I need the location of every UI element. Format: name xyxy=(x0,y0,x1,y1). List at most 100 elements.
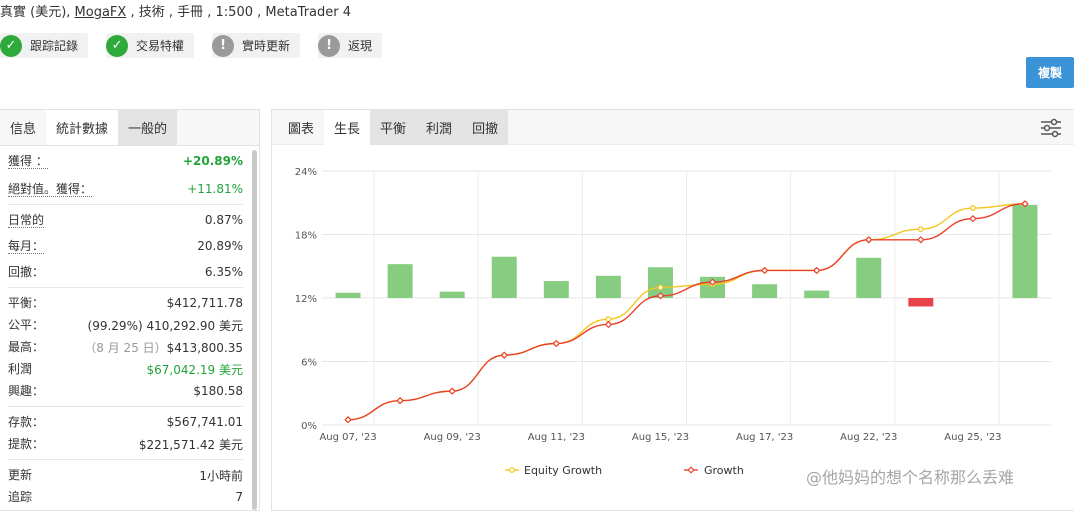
stat-label[interactable]: 絕對值。獲得： xyxy=(8,182,93,197)
bar xyxy=(804,290,830,298)
stat-value: $67,042.19 美元 xyxy=(146,362,243,377)
stats-panel: 信息 統計數據 一般的 獲得 ： +20.89% 絕對值。獲得： +11.81%… xyxy=(0,109,260,511)
tab-profit[interactable]: 利潤 xyxy=(416,110,463,145)
stat-label[interactable]: 日常的 xyxy=(8,213,45,228)
stat-balance: 平衡： $412,711.78 xyxy=(8,292,243,314)
account-details: , 技術 , 手冊 , 1:500 , MetaTrader 4 xyxy=(126,5,351,20)
stat-monthly: 每月： 20.89% xyxy=(8,235,243,257)
account-summary-line: 真實 (美元), MogaFX , 技術 , 手冊 , 1:500 , Meta… xyxy=(0,1,351,20)
stat-label[interactable]: 每月： xyxy=(8,239,45,254)
bar xyxy=(387,264,413,298)
x-tick-label: Aug 17, '23 xyxy=(736,432,793,443)
stat-daily: 日常的 0.87% xyxy=(8,209,243,231)
stat-withdrawals: 提款： $221,571.42 美元 xyxy=(8,433,243,455)
stat-date: （8 月 25 日） xyxy=(84,340,167,355)
bar xyxy=(439,291,465,298)
stat-label: 追踪 xyxy=(8,490,33,504)
bar xyxy=(543,281,569,298)
stat-label: 公平： xyxy=(8,318,45,332)
x-tick-label: Aug 09, '23 xyxy=(424,432,481,443)
growth-point xyxy=(969,214,977,223)
growth-point xyxy=(917,236,925,244)
stat-drawdown: 回撤： 6.35% xyxy=(8,261,243,283)
tab-general[interactable]: 一般的 xyxy=(118,110,178,145)
growth-point xyxy=(604,320,613,329)
badge-track-record: ✓ 跟踪記錄 xyxy=(0,33,89,58)
check-icon: ✓ xyxy=(106,34,129,57)
stats-tabs: 信息 統計數據 一般的 xyxy=(0,110,259,146)
stat-value: +20.89% xyxy=(182,154,243,168)
bar xyxy=(856,257,882,298)
bar xyxy=(1012,204,1038,298)
stat-value: 20.89% xyxy=(197,239,243,253)
exclamation-icon: ! xyxy=(212,34,235,57)
exclamation-icon: ! xyxy=(318,34,341,57)
y-tick-label: 18% xyxy=(295,231,317,242)
stat-value: 7 xyxy=(235,490,243,504)
tab-statistics[interactable]: 統計數據 xyxy=(46,110,119,145)
stat-value: $221,571.42 美元 xyxy=(138,437,243,452)
stat-value: 1小時前 xyxy=(199,468,243,483)
badge-trading-privileges: ✓ 交易特權 xyxy=(106,33,195,58)
x-tick-label: Aug 15, '23 xyxy=(632,432,689,443)
x-tick-label: Aug 22, '23 xyxy=(840,432,897,443)
legend-equity-growth: Equity Growth xyxy=(524,464,602,477)
stat-highest: 最高： （8 月 25 日）$413,800.35 xyxy=(8,336,243,358)
tab-balance[interactable]: 平衡 xyxy=(370,110,417,145)
stat-label: 最高： xyxy=(8,340,45,354)
chart-tabs: 圖表 生長 平衡 利潤 回撤 xyxy=(272,110,1074,145)
stat-label: 興趣： xyxy=(8,384,45,398)
bar xyxy=(752,284,778,298)
divider xyxy=(8,406,243,407)
badge-label: 實時更新 xyxy=(242,39,291,53)
check-icon: ✓ xyxy=(0,34,22,57)
badge-realtime-updates: ! 實時更新 xyxy=(212,33,301,58)
stat-deposits: 存款： $567,741.01 xyxy=(8,411,243,433)
equity-growth-point xyxy=(917,226,924,233)
tab-drawdown[interactable]: 回撤 xyxy=(462,110,509,145)
account-type: 真實 (美元), xyxy=(0,5,75,20)
stat-value: +11.81% xyxy=(187,182,243,196)
y-tick-label: 24% xyxy=(295,167,317,178)
tab-growth[interactable]: 生長 xyxy=(324,110,371,145)
verification-badges: ✓ 跟踪記錄 ✓ 交易特權 ! 實時更新 ! 返現 xyxy=(0,33,383,58)
divider xyxy=(8,459,243,460)
stat-label: 利潤 xyxy=(8,362,33,376)
stat-label: 更新 xyxy=(8,468,33,482)
badge-label: 交易特權 xyxy=(136,39,185,53)
y-tick-label: 6% xyxy=(301,358,317,369)
bar xyxy=(595,275,621,298)
badge-label: 跟踪記錄 xyxy=(30,39,79,53)
equity-growth-point xyxy=(605,316,612,323)
stat-profit: 利潤 $67,042.19 美元 xyxy=(8,358,243,380)
tab-chart[interactable]: 圖表 xyxy=(278,110,324,145)
y-tick-label: 0% xyxy=(301,421,317,432)
stat-interest: 興趣： $180.58 xyxy=(8,380,243,402)
x-tick-label: Aug 11, '23 xyxy=(528,432,585,443)
y-tick-label: 12% xyxy=(295,294,317,305)
bar xyxy=(335,292,361,298)
stat-equity: 公平： (99.29%) 410,292.90 美元 xyxy=(8,314,243,336)
stat-abs-gain: 絕對值。獲得： +11.81% xyxy=(8,178,243,200)
broker-link[interactable]: MogaFX xyxy=(75,5,127,20)
copy-button[interactable]: 複製 xyxy=(1026,57,1074,88)
bar xyxy=(908,298,934,307)
x-tick-label: Aug 07, '23 xyxy=(319,432,376,443)
tab-info[interactable]: 信息 xyxy=(0,110,46,145)
stat-value: (99.29%) 410,292.90 美元 xyxy=(87,318,243,333)
stat-label[interactable]: 獲得 ： xyxy=(8,154,48,169)
settings-sliders-icon[interactable] xyxy=(1040,118,1062,138)
legend-equity-marker xyxy=(509,467,515,473)
stat-value: $413,800.35 xyxy=(166,340,243,355)
legend-growth: Growth xyxy=(704,464,744,477)
stat-label: 提款： xyxy=(8,437,45,451)
equity-growth-point xyxy=(969,205,976,211)
stat-label: 回撤： xyxy=(8,265,45,279)
stat-value: $180.58 xyxy=(193,384,243,398)
badge-label: 返現 xyxy=(348,39,373,53)
stat-label: 平衡： xyxy=(8,296,45,310)
stats-scrollbar[interactable] xyxy=(252,150,257,510)
stat-value: 6.35% xyxy=(204,265,243,279)
divider xyxy=(8,204,243,205)
watermark: @他妈妈的想个名称那么丢难 xyxy=(806,468,1015,487)
